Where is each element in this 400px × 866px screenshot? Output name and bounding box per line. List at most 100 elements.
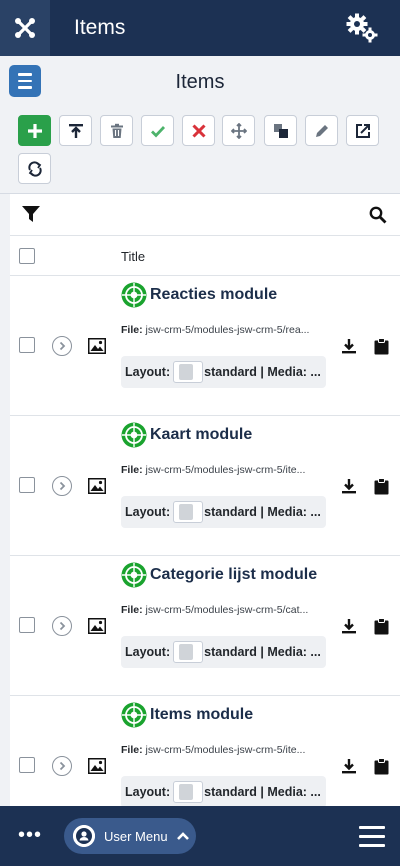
expand-row-button[interactable] bbox=[52, 756, 72, 776]
refresh-icon bbox=[27, 160, 42, 177]
layout-value: standard | Media: ... bbox=[204, 505, 321, 519]
image-icon[interactable] bbox=[88, 338, 106, 359]
export-button[interactable] bbox=[346, 115, 379, 146]
sub-header: Items bbox=[0, 56, 400, 108]
expand-row-button[interactable] bbox=[52, 616, 72, 636]
row-title-link[interactable]: Categorie lijst module bbox=[150, 566, 317, 584]
filter-bar bbox=[10, 194, 400, 236]
expand-row-button[interactable] bbox=[52, 476, 72, 496]
clipboard-icon bbox=[374, 338, 389, 355]
move-button[interactable] bbox=[222, 115, 255, 146]
layout-toggle[interactable] bbox=[173, 641, 204, 663]
copy-button[interactable] bbox=[264, 115, 297, 146]
row-title-link[interactable]: Items module bbox=[150, 706, 253, 724]
select-all-checkbox[interactable] bbox=[19, 248, 35, 264]
trash-icon bbox=[110, 123, 123, 138]
layout-label: Layout: bbox=[125, 505, 171, 519]
top-header: Items bbox=[0, 0, 400, 56]
file-path-value: jsw-crm-5/modules-jsw-crm-5/ite... bbox=[145, 464, 306, 476]
layout-value: standard | Media: ... bbox=[204, 645, 321, 659]
layout-toggle[interactable] bbox=[173, 361, 204, 383]
layout-toggle[interactable] bbox=[173, 781, 204, 803]
arrow-to-top-icon bbox=[68, 123, 83, 138]
image-icon[interactable] bbox=[88, 758, 106, 779]
filter-button[interactable] bbox=[22, 206, 40, 227]
unpublish-button[interactable] bbox=[182, 115, 215, 146]
row-checkbox[interactable] bbox=[19, 757, 35, 773]
row-title-link[interactable]: Kaart module bbox=[150, 426, 252, 444]
layout-toggle[interactable] bbox=[173, 501, 204, 523]
download-icon bbox=[342, 479, 356, 494]
row-file-path: File: jsw-crm-5/modules-jsw-crm-5/ite... bbox=[121, 464, 326, 476]
download-button[interactable] bbox=[341, 338, 357, 359]
trash-button[interactable] bbox=[100, 115, 133, 146]
new-button[interactable] bbox=[18, 115, 51, 146]
file-label: File: bbox=[121, 744, 143, 756]
publish-top-button[interactable] bbox=[59, 115, 92, 146]
user-menu-label: User Menu bbox=[104, 828, 168, 844]
row-checkbox[interactable] bbox=[19, 477, 35, 493]
menu-icon bbox=[359, 826, 385, 829]
check-icon bbox=[150, 125, 165, 138]
row-checkbox[interactable] bbox=[19, 337, 35, 353]
module-type-icon bbox=[121, 422, 147, 453]
file-label: File: bbox=[121, 604, 143, 616]
layout-value: standard | Media: ... bbox=[204, 365, 321, 379]
file-label: File: bbox=[121, 324, 143, 336]
export-icon bbox=[355, 123, 370, 138]
more-options-button[interactable]: ••• bbox=[18, 825, 42, 845]
chevron-up-icon bbox=[176, 832, 189, 840]
title-column-header[interactable]: Title bbox=[121, 249, 145, 264]
bottom-bar: ••• User Menu bbox=[0, 806, 400, 866]
image-icon[interactable] bbox=[88, 618, 106, 639]
publish-button[interactable] bbox=[141, 115, 174, 146]
image-icon[interactable] bbox=[88, 478, 106, 499]
clipboard-icon bbox=[374, 478, 389, 495]
file-path-value: jsw-crm-5/modules-jsw-crm-5/ite... bbox=[145, 744, 306, 756]
row-checkbox[interactable] bbox=[19, 617, 35, 633]
clipboard-button[interactable] bbox=[374, 758, 389, 780]
search-icon bbox=[369, 206, 387, 224]
user-menu-button[interactable]: User Menu bbox=[64, 818, 196, 854]
refresh-button[interactable] bbox=[18, 153, 51, 184]
module-type-icon bbox=[121, 562, 147, 593]
settings-button[interactable] bbox=[338, 0, 386, 56]
download-button[interactable] bbox=[341, 758, 357, 779]
left-gutter bbox=[0, 194, 10, 806]
layout-label: Layout: bbox=[125, 365, 171, 379]
clipboard-icon bbox=[374, 758, 389, 775]
plus-icon bbox=[27, 123, 42, 138]
module-type-icon bbox=[121, 282, 147, 313]
clipboard-button[interactable] bbox=[374, 338, 389, 360]
chevron-right-icon bbox=[59, 761, 66, 771]
layout-label: Layout: bbox=[125, 785, 171, 799]
row-file-path: File: jsw-crm-5/modules-jsw-crm-5/ite... bbox=[121, 744, 326, 756]
clipboard-button[interactable] bbox=[374, 618, 389, 640]
download-button[interactable] bbox=[341, 478, 357, 499]
clipboard-icon bbox=[374, 618, 389, 635]
search-button[interactable] bbox=[369, 206, 387, 229]
expand-row-button[interactable] bbox=[52, 336, 72, 356]
file-path-value: jsw-crm-5/modules-jsw-crm-5/rea... bbox=[145, 324, 310, 336]
filter-icon bbox=[22, 206, 40, 222]
row-layout-info: Layout: standard | Media: ... bbox=[121, 356, 326, 388]
hamburger-menu-button[interactable] bbox=[359, 826, 385, 853]
edit-button[interactable] bbox=[305, 115, 338, 146]
row-file-path: File: jsw-crm-5/modules-jsw-crm-5/cat... bbox=[121, 604, 326, 616]
joomla-logo[interactable] bbox=[0, 0, 50, 56]
row-title-link[interactable]: Reacties module bbox=[150, 286, 277, 304]
sidebar-toggle-button[interactable] bbox=[9, 65, 41, 97]
chevron-right-icon bbox=[59, 481, 66, 491]
download-icon bbox=[342, 619, 356, 634]
section-title: Items bbox=[175, 70, 225, 93]
page-title: Items bbox=[74, 16, 126, 39]
gears-icon bbox=[346, 13, 378, 43]
clipboard-button[interactable] bbox=[374, 478, 389, 500]
layout-value: standard | Media: ... bbox=[204, 785, 321, 799]
row-file-path: File: jsw-crm-5/modules-jsw-crm-5/rea... bbox=[121, 324, 326, 336]
x-icon bbox=[191, 123, 206, 138]
chevron-right-icon bbox=[59, 341, 66, 351]
download-button[interactable] bbox=[341, 618, 357, 639]
table-row: Categorie lijst module File: jsw-crm-5/m… bbox=[10, 556, 400, 696]
download-icon bbox=[342, 339, 356, 354]
